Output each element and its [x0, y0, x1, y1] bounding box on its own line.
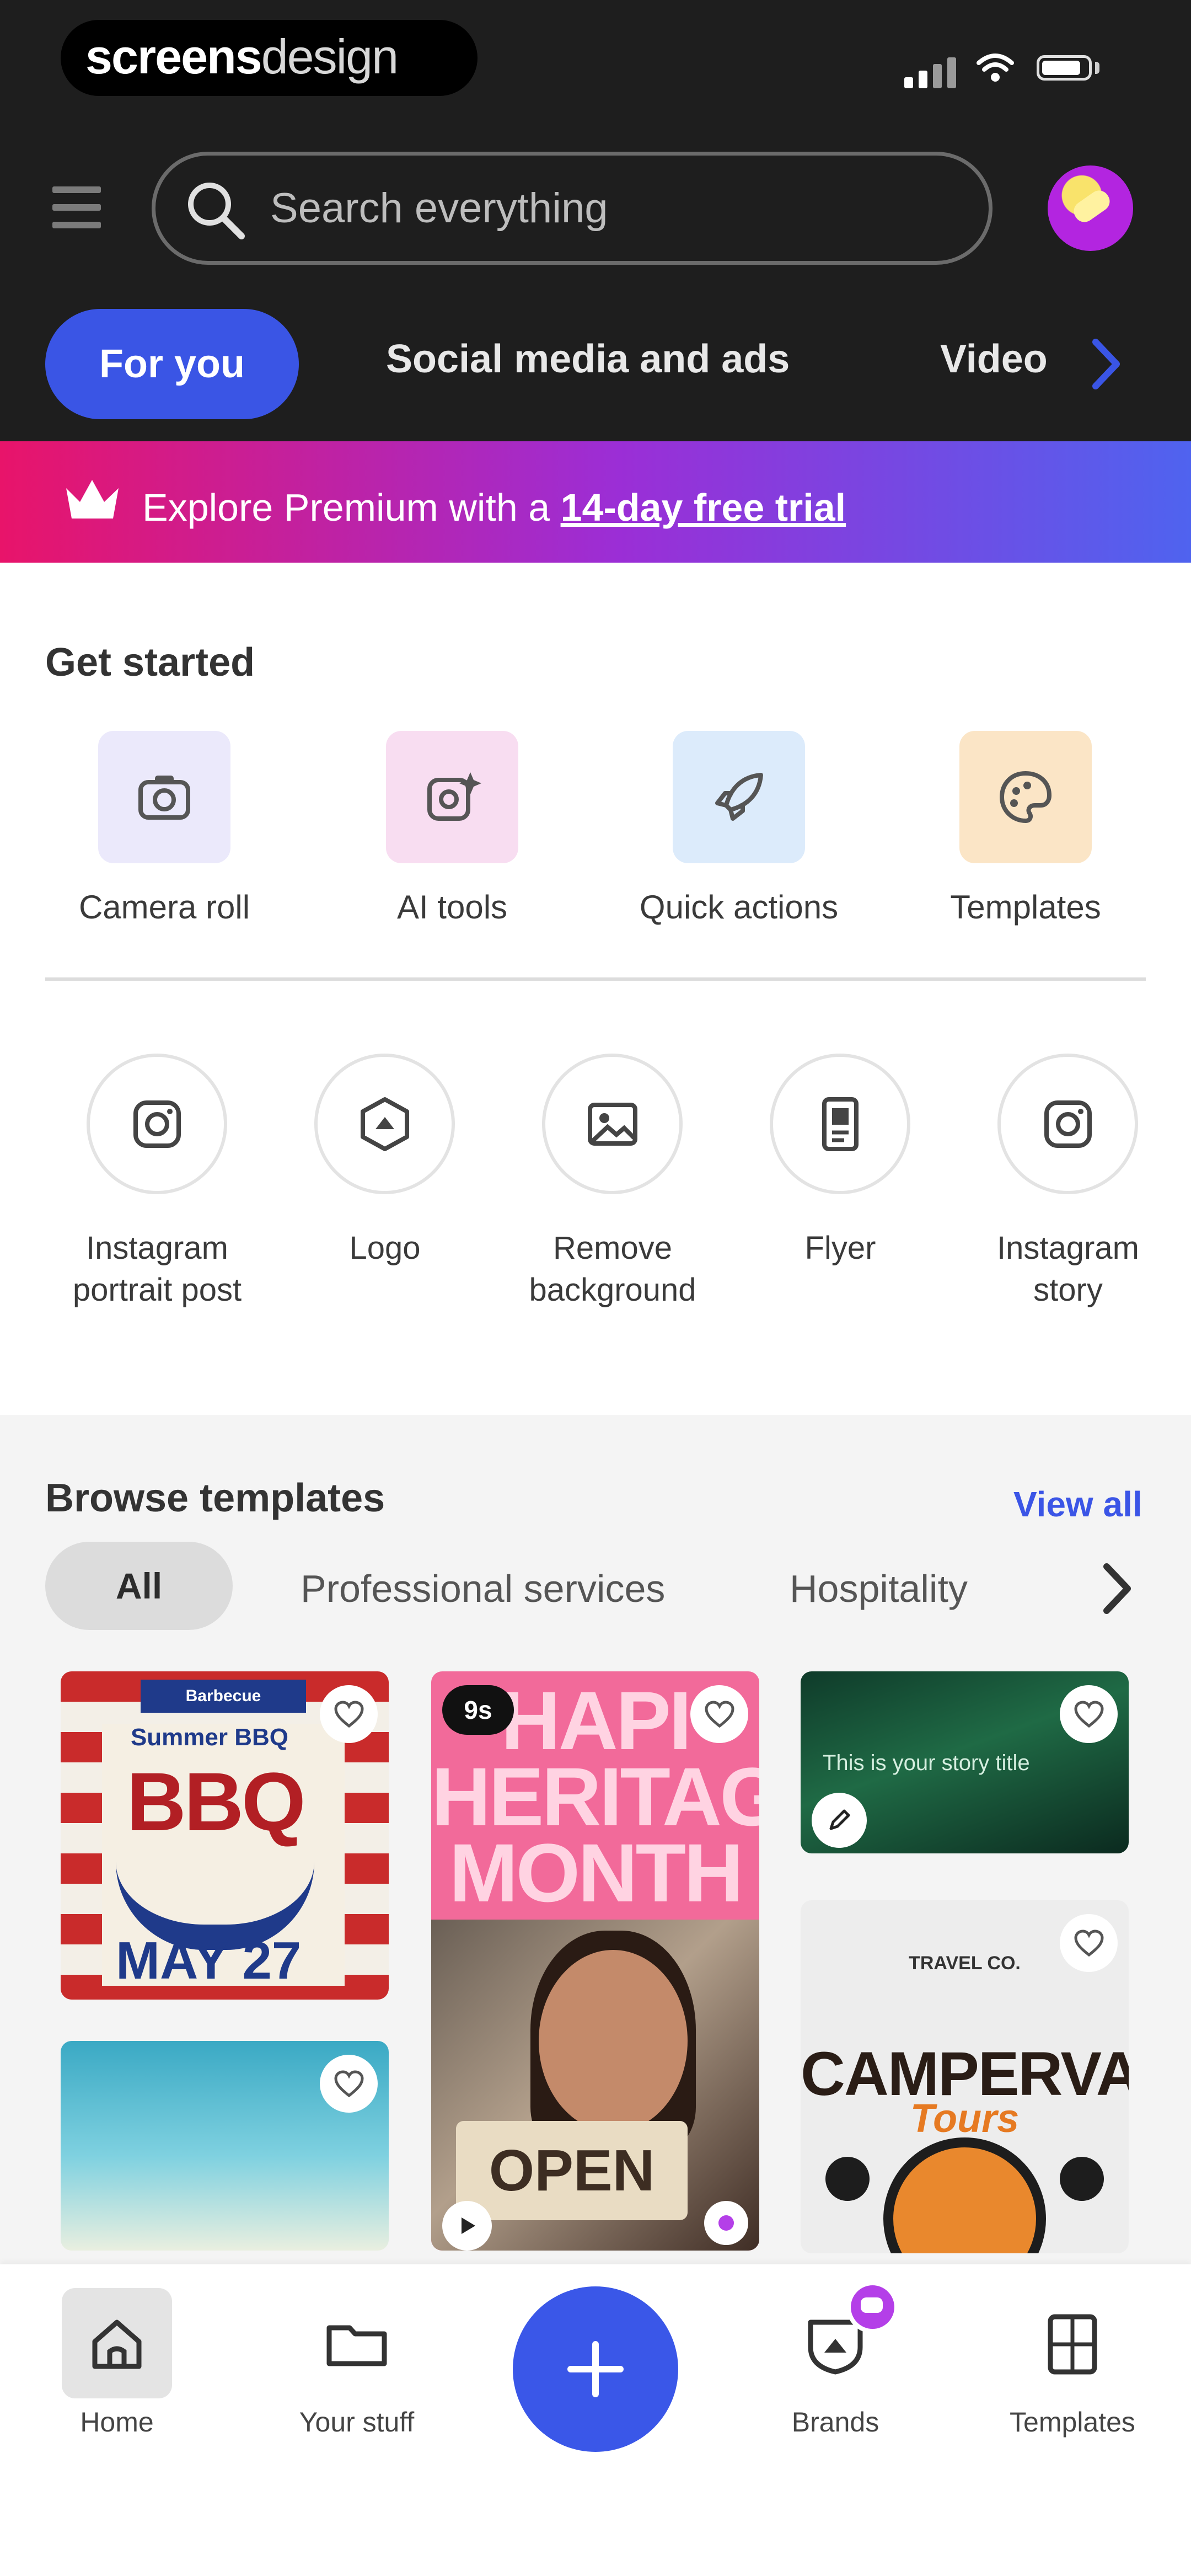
rocket-icon: [715, 773, 763, 821]
free-trial-link[interactable]: 14-day free trial: [561, 486, 846, 529]
template-card-aurora[interactable]: This is your story title: [801, 1671, 1129, 1853]
instagram-portrait-post-button[interactable]: [87, 1054, 227, 1194]
chevron-right-icon[interactable]: [1089, 336, 1122, 392]
heart-icon: [334, 1700, 364, 1728]
filter-chip-hospitality[interactable]: Hospitality: [790, 1567, 968, 1611]
play-icon: [462, 2217, 475, 2234]
hamburger-menu-icon[interactable]: [52, 186, 101, 235]
templates-label: Templates: [950, 889, 1101, 926]
camera-roll-tile[interactable]: [98, 731, 230, 863]
aurora-text: This is your story title: [823, 1751, 1030, 1775]
filter-chip-all[interactable]: All: [45, 1542, 233, 1630]
template-card-sky[interactable]: [61, 2041, 389, 2251]
heart-icon: [704, 1700, 734, 1728]
ai-sparkle-icon: [427, 772, 481, 821]
audio-badge: [704, 2201, 748, 2245]
camper-dot-left: [825, 2157, 870, 2201]
logo-label: Logo: [349, 1230, 421, 1266]
camera-roll-label: Camera roll: [78, 889, 250, 926]
duration-badge: 9s: [442, 1685, 514, 1735]
plus-icon: [567, 2341, 624, 2397]
template-card-bbq[interactable]: Barbecue Summer BBQ BBQ MAY 27: [61, 1671, 389, 2000]
instagram-story-label: Instagram story: [997, 1230, 1139, 1308]
camper-sun-graphic: [883, 2137, 1046, 2253]
camper-subtitle: Tours: [910, 2097, 1020, 2141]
edit-badge: [812, 1793, 867, 1848]
audio-icon: [718, 2215, 734, 2231]
bbq-subtitle: Summer BBQ: [130, 1724, 289, 1751]
camper-dot-right: [1060, 2157, 1104, 2201]
tab-for-you[interactable]: For you: [45, 309, 299, 419]
logo-button[interactable]: [314, 1054, 455, 1194]
premium-text: Explore Premium with a 14-day free trial: [142, 485, 846, 530]
flyer-label: Flyer: [804, 1230, 876, 1266]
heart-icon: [334, 2070, 364, 2097]
ai-tools-tile[interactable]: [386, 731, 518, 863]
nav-brands-label[interactable]: Brands: [753, 2406, 918, 2438]
instagram-icon: [133, 1100, 181, 1148]
logo-icon: [360, 1097, 409, 1151]
divider: [45, 977, 1146, 981]
bbq-date: MAY 27: [116, 1931, 302, 1990]
search-icon: [188, 183, 245, 239]
brand-light: design: [261, 29, 399, 84]
wifi-icon: [977, 54, 1014, 82]
chevron-right-icon[interactable]: [1100, 1561, 1133, 1616]
favorite-button[interactable]: [690, 1685, 748, 1743]
instagram-icon: [1044, 1100, 1092, 1148]
avatar[interactable]: [1048, 165, 1133, 251]
template-card-heritage-month[interactable]: HAPI HERITAGE MONTH OPEN 9s: [431, 1671, 759, 2251]
remove-background-button[interactable]: [542, 1054, 683, 1194]
ai-tools-label: AI tools: [396, 889, 508, 926]
battery-tip: [1095, 62, 1099, 74]
heart-icon: [1074, 1700, 1104, 1728]
quick-actions-tile[interactable]: [673, 731, 805, 863]
search-input[interactable]: [270, 178, 959, 238]
signal-icon: [904, 50, 965, 88]
bbq-tag: Barbecue: [141, 1680, 306, 1713]
flyer-icon: [822, 1097, 859, 1151]
template-card-campervan[interactable]: TRAVEL CO. CAMPERVAN Tours: [801, 1900, 1129, 2253]
nav-home-label[interactable]: Home: [34, 2406, 200, 2438]
home-icon[interactable]: [81, 2308, 153, 2380]
heart-icon: [1074, 1929, 1104, 1957]
open-sign: OPEN: [456, 2121, 688, 2220]
folder-icon[interactable]: [321, 2308, 393, 2380]
portrait-face: [539, 1950, 688, 2132]
premium-prefix: Explore Premium with a: [142, 486, 561, 529]
favorite-button[interactable]: [320, 2055, 378, 2113]
templates-tile[interactable]: [959, 731, 1092, 863]
view-all-link[interactable]: View all: [1013, 1484, 1142, 1525]
templates-icon[interactable]: [1037, 2308, 1108, 2380]
get-started-title: Get started: [45, 640, 255, 685]
camera-icon: [138, 776, 190, 820]
nav-your-stuff-label[interactable]: Your stuff: [274, 2406, 439, 2438]
instagram-story-button[interactable]: [997, 1054, 1138, 1194]
flyer-button[interactable]: [770, 1054, 910, 1194]
favorite-button[interactable]: [1060, 1685, 1118, 1743]
favorite-button[interactable]: [1060, 1914, 1118, 1972]
remove-background-label: Remove background: [529, 1230, 696, 1308]
brand-bold: screens: [85, 29, 262, 84]
bbq-title: BBQ: [126, 1755, 305, 1848]
filter-chip-professional-services[interactable]: Professional services: [301, 1567, 665, 1611]
tab-social-media-and-ads[interactable]: Social media and ads: [386, 336, 790, 382]
browse-templates-title: Browse templates: [45, 1476, 385, 1520]
brand-logo: screensdesign: [85, 29, 399, 85]
tab-video[interactable]: Video: [940, 336, 1048, 382]
crown-icon: [66, 480, 119, 519]
battery-icon: [1037, 55, 1092, 81]
brands-notification-badge: [846, 2281, 899, 2333]
create-button[interactable]: [513, 2286, 678, 2452]
nav-templates-label[interactable]: Templates: [990, 2406, 1155, 2438]
remove-background-icon: [587, 1102, 637, 1146]
instagram-portrait-post-label: Instagram portrait post: [72, 1230, 242, 1308]
favorite-button[interactable]: [320, 1685, 378, 1743]
quick-actions-label: Quick actions: [639, 889, 839, 926]
pen-icon: [829, 1809, 850, 1830]
palette-icon: [999, 771, 1052, 824]
play-button[interactable]: [442, 2201, 492, 2251]
